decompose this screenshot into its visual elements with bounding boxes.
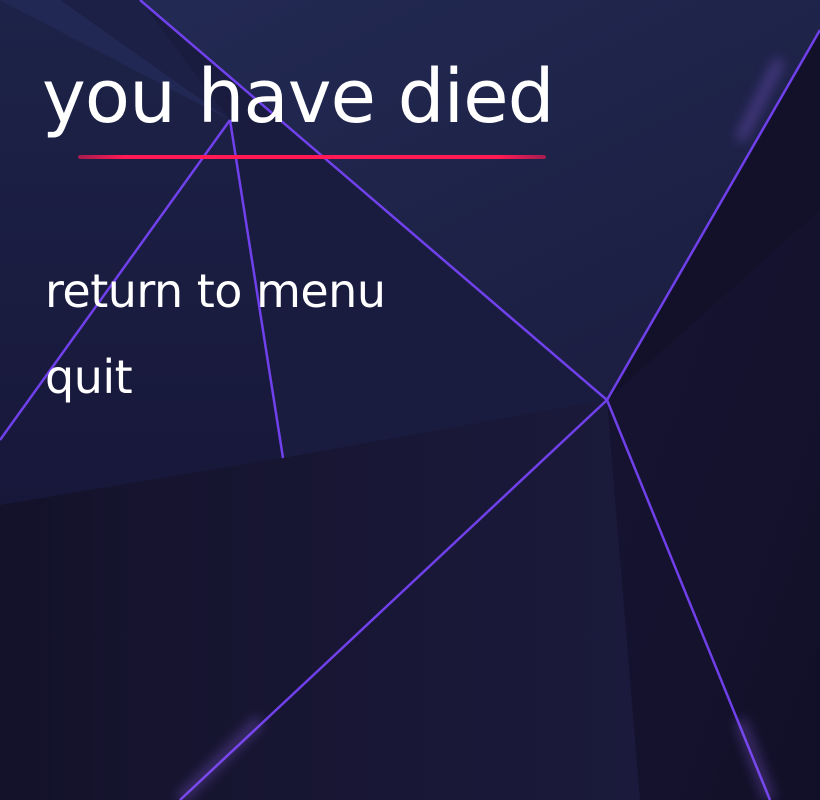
title-underline [78, 155, 546, 159]
game-over-title: you have died [42, 54, 555, 140]
death-menu: return to menu quit [45, 268, 386, 440]
quit-button[interactable]: quit [45, 354, 386, 440]
return-to-menu-button[interactable]: return to menu [45, 268, 386, 354]
death-screen: you have died return to menu quit [0, 0, 820, 800]
